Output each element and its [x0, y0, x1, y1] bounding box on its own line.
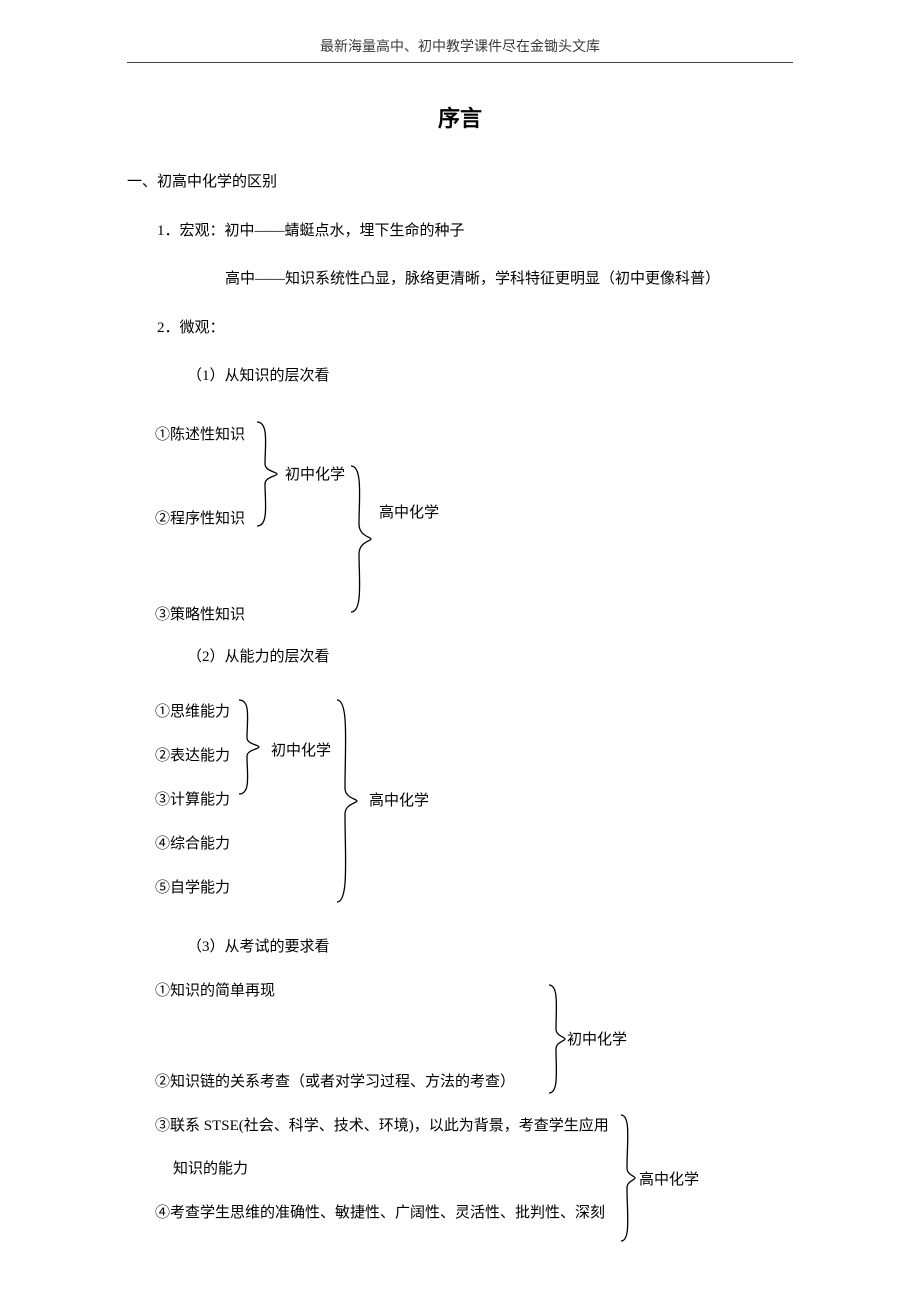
- e-item-1: ①知识的简单再现: [127, 979, 793, 1005]
- brace-k-senior: [349, 464, 373, 614]
- a-label-senior: 高中化学: [369, 790, 429, 813]
- a-item-3: ③计算能力: [127, 778, 230, 822]
- macro-junior: 初中——蜻蜓点水，埋下生命的种子: [225, 223, 465, 239]
- a-label-junior: 初中化学: [271, 740, 331, 763]
- brace-a-junior: [237, 698, 261, 796]
- e-spacer: [127, 1022, 793, 1070]
- e-item-4: ④考查学生思维的准确性、敏捷性、广阔性、灵活性、批判性、深刻: [127, 1201, 793, 1227]
- a-item-1: ①思维能力: [127, 690, 230, 734]
- page-header: 最新海量高中、初中教学课件尽在金锄头文库: [0, 0, 920, 63]
- k-item-2: ②程序性知识: [127, 494, 245, 544]
- a-item-5: ⑤自学能力: [127, 866, 230, 910]
- a-item-2: ②表达能力: [127, 734, 230, 778]
- k-label-junior: 初中化学: [285, 464, 345, 487]
- micro-label: 2．微观：: [127, 317, 793, 340]
- sub2-heading: （2）从能力的层次看: [127, 646, 793, 669]
- brace-k-junior: [255, 420, 279, 528]
- page-title: 序言: [0, 101, 920, 133]
- e-item-2: ②知识链的关系考查（或者对学习过程、方法的考查）: [127, 1070, 793, 1096]
- macro-line-1: 1．宏观：初中——蜻蜓点水，埋下生命的种子: [127, 220, 793, 243]
- section-heading: 一、初高中化学的区别: [127, 171, 793, 194]
- brace-a-senior: [335, 698, 359, 904]
- e-item-3a: ③联系 STSE(社会、科学、技术、环境)，以此为背景，考查学生应用: [127, 1114, 793, 1140]
- header-rule: [127, 62, 793, 63]
- sub1-heading: （1）从知识的层次看: [127, 365, 793, 388]
- content: 一、初高中化学的区别 1．宏观：初中——蜻蜓点水，埋下生命的种子 高中——知识系…: [127, 171, 793, 1226]
- header-text: 最新海量高中、初中教学课件尽在金锄头文库: [320, 36, 600, 56]
- e-label-senior: 高中化学: [639, 1169, 699, 1192]
- k-label-senior: 高中化学: [379, 502, 439, 525]
- ability-block: ①思维能力 ②表达能力 ③计算能力 ④综合能力 ⑤自学能力 初中化学 高中化学: [127, 690, 793, 910]
- a-item-4: ④综合能力: [127, 822, 230, 866]
- macro-label: 1．宏观：: [157, 223, 225, 239]
- k-item-3: ③策略性知识: [127, 590, 245, 640]
- e-label-junior: 初中化学: [567, 1029, 627, 1052]
- macro-senior: 高中——知识系统性凸显，脉络更清晰，学科特征更明显（初中更像科普）: [127, 268, 793, 291]
- exam-block: ①知识的简单再现 ②知识链的关系考查（或者对学习过程、方法的考查） ③联系 ST…: [127, 979, 793, 1227]
- k-item-1: ①陈述性知识: [127, 410, 245, 460]
- knowledge-block: ①陈述性知识 ②程序性知识 ③策略性知识 初中化学 高中化学: [127, 410, 793, 620]
- sub3-heading: （3）从考试的要求看: [127, 936, 793, 959]
